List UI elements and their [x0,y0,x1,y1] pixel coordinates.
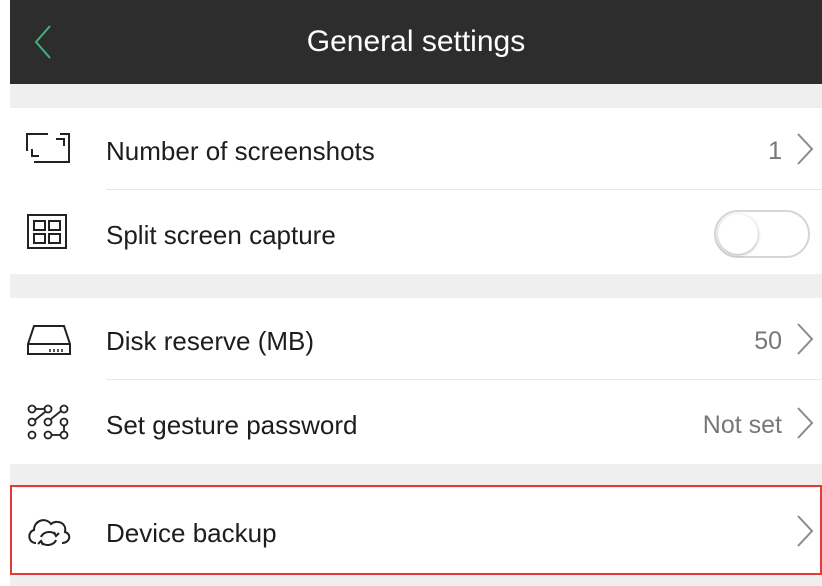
chevron-left-icon[interactable] [24,22,64,62]
toggle-knob [718,214,758,254]
setting-row-screenshots[interactable]: Number of screenshots 1 [10,108,822,190]
page-title: General settings [306,25,526,58]
disk-icon [27,325,71,355]
split-capture-toggle[interactable] [714,210,810,258]
setting-value: Not set [702,411,782,439]
setting-value: 50 [754,327,782,355]
setting-row-disk-reserve[interactable]: Disk reserve (MB) 50 [10,298,822,380]
chevron-right-icon [797,407,814,439]
setting-label: Set gesture password [106,410,358,440]
setting-value: 1 [768,137,782,165]
gesture-pattern-icon [27,404,69,440]
cloud-sync-icon [28,519,71,546]
screenshot-frame-icon [24,129,70,165]
chevron-right-icon [797,515,814,547]
grid-icon [27,214,67,249]
setting-label: Number of screenshots [106,136,375,166]
settings-screen: General settings Number of screenshots 1 [10,0,822,586]
setting-row-split-capture: Split screen capture [10,190,822,274]
setting-label: Split screen capture [106,220,336,250]
setting-row-gesture-password[interactable]: Set gesture password Not set [10,380,822,464]
setting-row-device-backup[interactable]: Device backup [10,488,822,574]
setting-label: Device backup [106,518,277,548]
chevron-right-icon [797,323,814,355]
chevron-right-icon [797,133,814,165]
setting-label: Disk reserve (MB) [106,326,315,356]
header-bar: General settings [10,0,822,84]
